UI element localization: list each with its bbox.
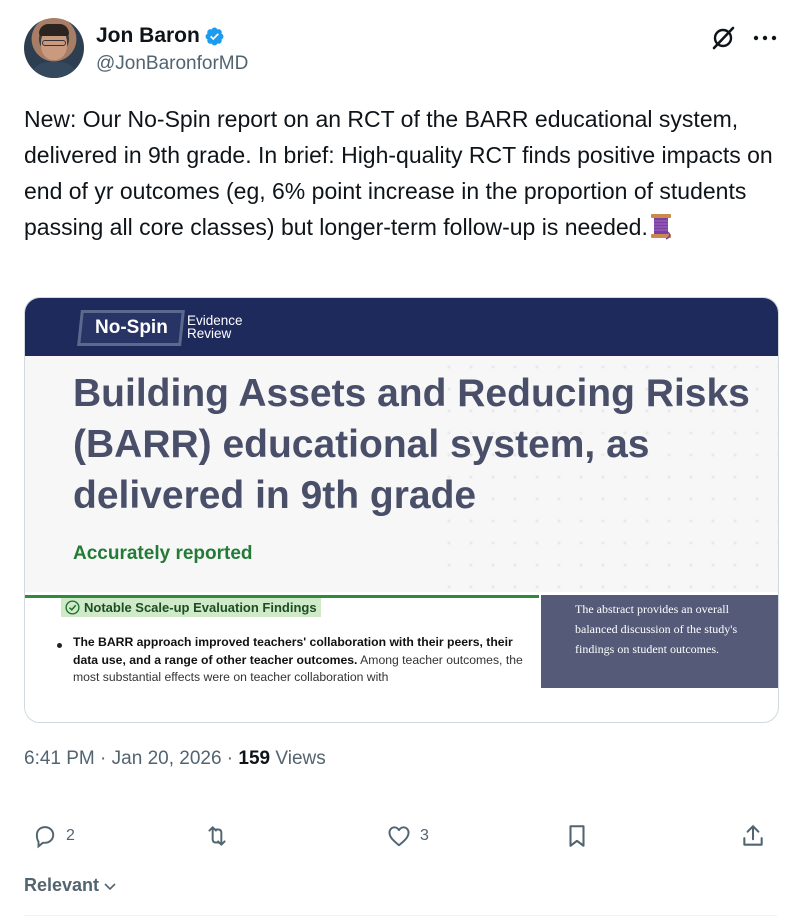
card-header-bar: No-Spin Evidence Review bbox=[25, 298, 778, 356]
author-handle[interactable]: @JonBaronforMD bbox=[96, 53, 248, 75]
heart-icon bbox=[388, 826, 410, 847]
more-dots-icon bbox=[753, 35, 777, 41]
finding-bullet: The BARR approach improved teachers' col… bbox=[73, 634, 533, 687]
check-circle-icon bbox=[65, 600, 80, 615]
tweet-date[interactable]: Jan 20, 2026 bbox=[112, 748, 222, 769]
retweet-icon bbox=[208, 826, 226, 846]
thread-spool-icon bbox=[650, 214, 671, 240]
author-display-name[interactable]: Jon Baron bbox=[96, 24, 200, 48]
grok-button[interactable] bbox=[708, 23, 738, 53]
tweet-header: Jon Baron @JonBaronforMD bbox=[24, 18, 777, 78]
name-row: Jon Baron bbox=[96, 24, 225, 48]
reply-sort-dropdown[interactable]: Relevant bbox=[24, 875, 118, 896]
reply-icon bbox=[35, 826, 55, 849]
section-divider bbox=[24, 915, 777, 916]
bullet-dot bbox=[57, 643, 62, 648]
tweet-time[interactable]: 6:41 PM bbox=[24, 748, 95, 769]
bookmark-icon bbox=[569, 825, 585, 847]
share-button[interactable] bbox=[740, 818, 766, 854]
retweet-button[interactable] bbox=[204, 818, 238, 854]
chevron-down-icon bbox=[104, 882, 116, 890]
verified-badge-icon bbox=[205, 27, 224, 45]
share-icon bbox=[743, 825, 763, 846]
grok-icon bbox=[712, 26, 735, 50]
reply-button[interactable]: 2 bbox=[32, 818, 75, 854]
meta-separator: · bbox=[221, 748, 239, 769]
no-spin-logo: No-Spin bbox=[77, 310, 185, 346]
no-spin-logo-text: No-Spin bbox=[94, 317, 168, 338]
findings-heading-text: Notable Scale-up Evaluation Findings bbox=[84, 600, 317, 615]
avatar-shirt bbox=[30, 62, 78, 78]
abstract-note: The abstract provides an overall balance… bbox=[541, 595, 778, 688]
like-count: 3 bbox=[420, 827, 429, 844]
like-button[interactable]: 3 bbox=[386, 818, 429, 854]
bookmark-button[interactable] bbox=[564, 818, 590, 854]
meta-separator: · bbox=[94, 748, 112, 769]
avatar-glasses bbox=[42, 40, 66, 46]
tweet-text: New: Our No-Spin report on an RCT of the… bbox=[24, 101, 774, 245]
evidence-review-label: Evidence Review bbox=[187, 314, 243, 341]
media-card[interactable]: No-Spin Evidence Review Building Assets … bbox=[24, 297, 779, 723]
more-options-button[interactable] bbox=[750, 23, 780, 53]
avatar-hair bbox=[39, 24, 69, 36]
views-count: 159 bbox=[238, 748, 271, 769]
findings-heading: Notable Scale-up Evaluation Findings bbox=[61, 598, 321, 617]
views-label: Views bbox=[270, 748, 326, 769]
tweet-meta: 6:41 PM · Jan 20, 2026 · 159 Views bbox=[24, 748, 326, 770]
author-avatar[interactable] bbox=[24, 18, 84, 78]
reply-sort-label: Relevant bbox=[24, 875, 100, 895]
verdict-label: Accurately reported bbox=[73, 543, 253, 564]
action-bar: 2 3 bbox=[24, 818, 777, 854]
report-title: Building Assets and Reducing Risks (BARR… bbox=[73, 372, 750, 517]
reply-count: 2 bbox=[66, 827, 75, 844]
review-label: Review bbox=[187, 326, 232, 341]
